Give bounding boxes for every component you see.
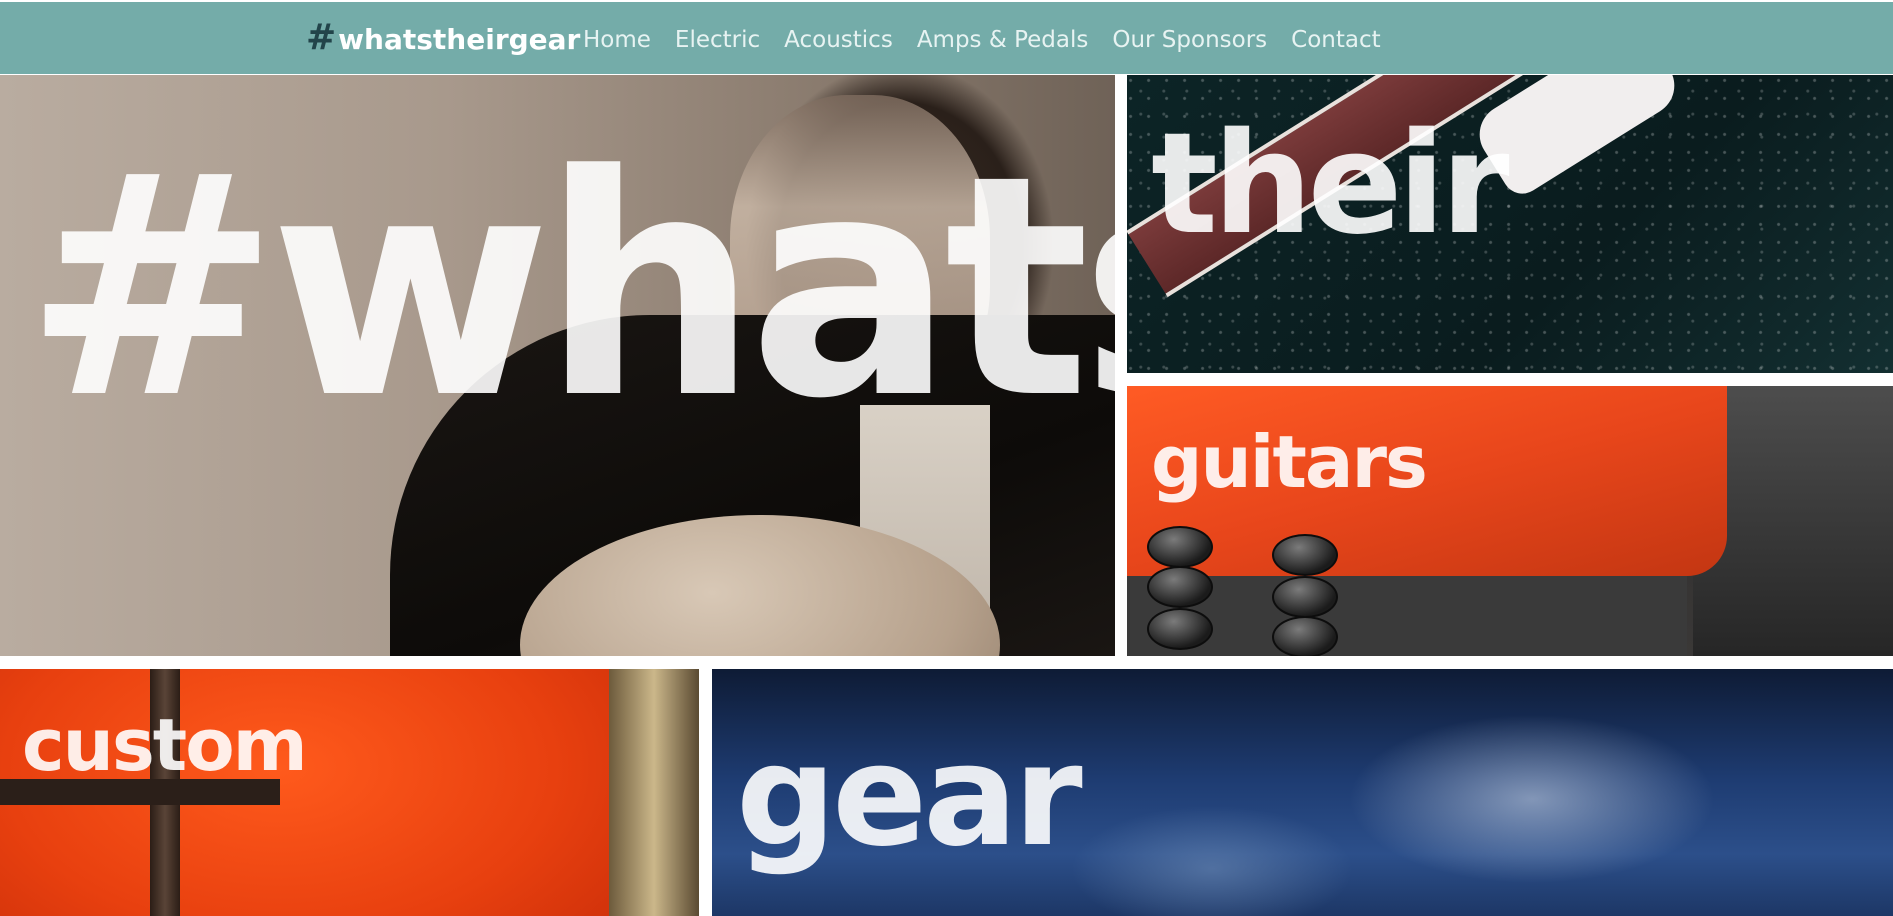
guitar-edge-image — [609, 669, 699, 916]
pedal-knob-icon — [1147, 526, 1213, 568]
tile-gear[interactable]: gear — [712, 669, 1893, 916]
nav-link-amps-pedals[interactable]: Amps & Pedals — [917, 27, 1089, 53]
tile-word-whats: #whats — [24, 110, 1115, 465]
tile-guitars[interactable]: guitars — [1127, 386, 1893, 656]
main-menu: Home Electric Acoustics Amps & Pedals Ou… — [583, 20, 1381, 60]
pedal-knob-icon — [1147, 608, 1213, 650]
tile-custom[interactable]: custom — [0, 669, 699, 916]
pedal-knob-icon — [1272, 616, 1338, 656]
tile-word-custom: custom — [22, 703, 308, 787]
pedal-knob-icon — [1147, 566, 1213, 608]
top-navbar: # whatstheirgear Home Electric Acoustics… — [0, 2, 1893, 74]
nav-link-contact[interactable]: Contact — [1291, 27, 1380, 53]
brand-logo[interactable]: # whatstheirgear — [306, 12, 580, 64]
nav-link-acoustics[interactable]: Acoustics — [784, 27, 893, 53]
tile-their[interactable]: their — [1127, 75, 1893, 373]
brand-hash: # — [306, 17, 337, 58]
brand-text: whatstheirgear — [338, 23, 581, 56]
nav-link-our-sponsors[interactable]: Our Sponsors — [1112, 27, 1267, 53]
nav-link-home[interactable]: Home — [583, 27, 651, 53]
nav-link-electric[interactable]: Electric — [675, 27, 760, 53]
tile-word-guitars: guitars — [1151, 420, 1428, 504]
tile-word-their: their — [1151, 103, 1510, 266]
tile-word-gear: gear — [736, 715, 1083, 878]
pedal-knob-icon — [1272, 576, 1338, 618]
pedal-knob-icon — [1272, 534, 1338, 576]
tile-whats[interactable]: #whats — [0, 75, 1115, 656]
